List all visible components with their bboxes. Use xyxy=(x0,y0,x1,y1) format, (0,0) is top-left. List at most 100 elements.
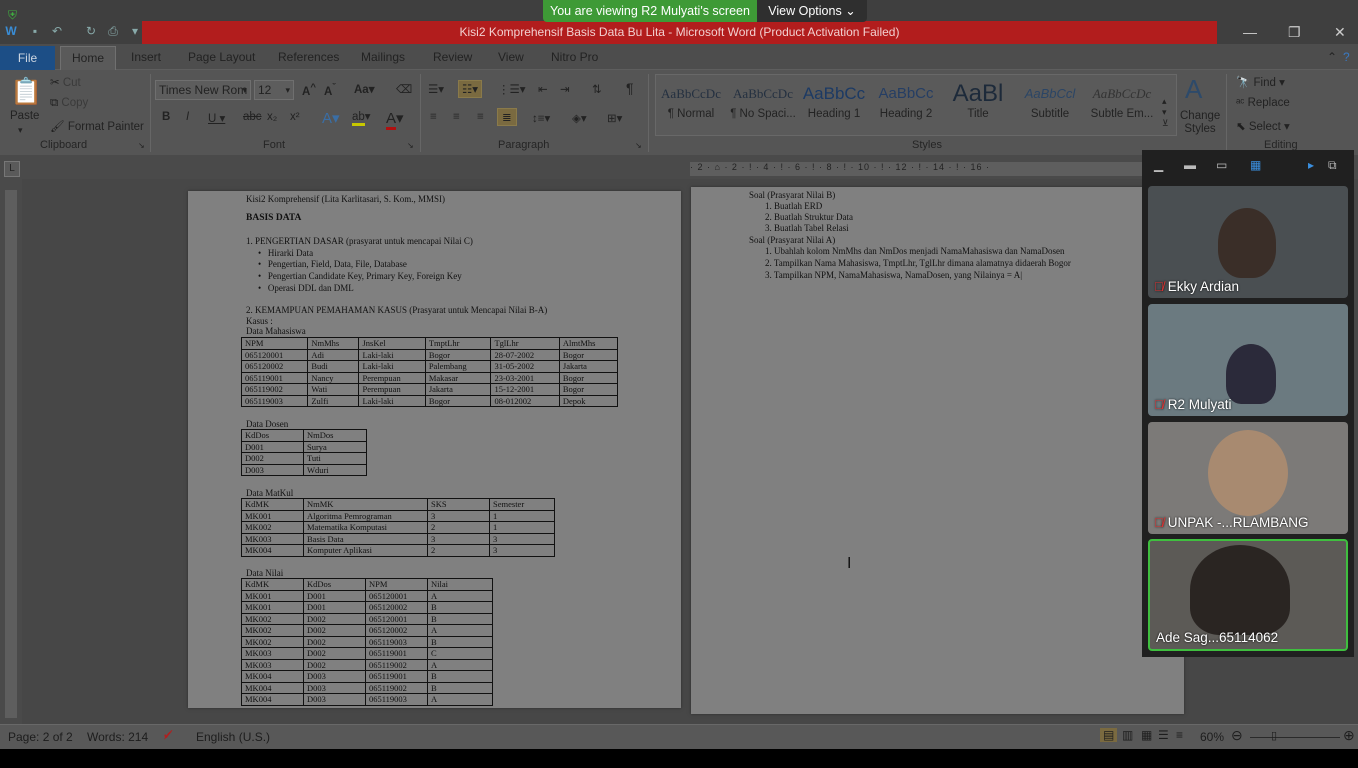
help-icon[interactable]: ? xyxy=(1343,50,1350,64)
web-layout-icon[interactable]: ▦ xyxy=(1141,728,1152,742)
shrink-font-button[interactable]: Aˇ xyxy=(324,82,336,98)
align-right-button[interactable]: ≡ xyxy=(477,111,484,123)
print-layout-view-icon[interactable]: ▤ xyxy=(1100,728,1118,742)
minimize-panel-icon[interactable]: ▁ xyxy=(1154,158,1163,172)
multilevel-list-button[interactable]: ⋮☰▾ xyxy=(498,82,526,96)
show-formatting-button[interactable]: ¶ xyxy=(626,80,634,96)
draft-view-icon[interactable]: ≡ xyxy=(1176,728,1183,742)
paste-dropdown-icon[interactable]: ▾ xyxy=(18,125,23,136)
copy-button[interactable]: ⧉ Copy xyxy=(50,97,88,110)
font-color-button[interactable]: A▾ xyxy=(386,109,404,130)
minimize-ribbon-icon[interactable]: ⌃ xyxy=(1327,50,1337,64)
paste-button[interactable]: Paste xyxy=(10,110,39,122)
select-button[interactable]: ⬉ Select ▾ xyxy=(1236,119,1290,133)
outline-view-icon[interactable]: ☰ xyxy=(1158,728,1169,742)
full-screen-reading-icon[interactable]: ▥ xyxy=(1122,728,1133,742)
justify-button[interactable]: ≣ xyxy=(497,108,517,126)
next-page-icon[interactable]: ▸ xyxy=(1308,158,1314,172)
style-normal[interactable]: AaBbCcDc ¶ Normal xyxy=(655,74,727,130)
participant-tile[interactable]: 🎙̸ Ekky Ardian xyxy=(1148,186,1348,298)
paragraph-launcher-icon[interactable]: ↘ xyxy=(635,141,642,150)
change-styles-icon[interactable]: A xyxy=(1185,74,1202,105)
gallery-view-icon[interactable]: ▦ xyxy=(1250,158,1261,172)
decrease-indent-button[interactable]: ⇤ xyxy=(538,82,548,96)
participant-tile[interactable]: 🎙̸ R2 Mulyati xyxy=(1148,304,1348,416)
tab-home[interactable]: Home xyxy=(60,46,116,71)
styles-scroll-icon[interactable]: ▴ ▾ ⊻ xyxy=(1162,96,1169,129)
word-app-icon[interactable]: W xyxy=(4,24,18,38)
print-preview-icon[interactable]: ⎙ xyxy=(106,24,120,38)
highlight-button[interactable]: ab▾ xyxy=(352,109,371,126)
horizontal-ruler[interactable]: · 2 · ⌂ · 2 · ! · 4 · ! · 6 · ! · 8 · ! … xyxy=(690,162,1142,176)
language[interactable]: English (U.S.) xyxy=(196,730,270,744)
line-spacing-button[interactable]: ↕≡▾ xyxy=(532,111,550,125)
shading-button[interactable]: ◈▾ xyxy=(572,111,587,125)
participant-tile-active-speaker[interactable]: Ade Sag...65114062 xyxy=(1148,539,1348,651)
style-heading-1[interactable]: AaBbCc Heading 1 xyxy=(798,74,870,130)
superscript-button[interactable]: x² xyxy=(290,111,300,123)
redo-icon[interactable]: ↻ xyxy=(84,24,98,38)
subscript-button[interactable]: x₂ xyxy=(267,111,277,123)
tab-nitro-pro[interactable]: Nitro Pro xyxy=(551,50,598,64)
word-count[interactable]: Words: 214 xyxy=(87,730,148,744)
zoom-slider-thumb[interactable]: ▯ xyxy=(1271,729,1277,742)
sort-button[interactable]: ⇅ xyxy=(592,82,602,96)
find-button[interactable]: 🔭 Find ▾ xyxy=(1236,75,1285,89)
style-subtitle[interactable]: AaBbCcl Subtitle xyxy=(1014,74,1086,130)
zoom-out-icon[interactable]: ⊖ xyxy=(1231,727,1243,744)
customize-qat-icon[interactable]: ▾ xyxy=(128,24,142,38)
tab-view[interactable]: View xyxy=(498,50,524,64)
text-effects-button[interactable]: A▾ xyxy=(322,109,340,127)
bold-button[interactable]: B xyxy=(162,111,170,123)
grow-font-button[interactable]: A^ xyxy=(302,82,316,98)
clear-formatting-icon[interactable]: ⌫ xyxy=(396,82,412,96)
proofing-icon[interactable]: ✔̸ xyxy=(163,728,173,742)
tab-review[interactable]: Review xyxy=(433,50,472,64)
tab-mailings[interactable]: Mailings xyxy=(361,50,405,64)
increase-indent-button[interactable]: ⇥ xyxy=(560,82,570,96)
zoom-slider-track[interactable] xyxy=(1250,737,1340,738)
vertical-ruler[interactable] xyxy=(5,190,17,718)
font-size-combo[interactable]: 12 ▾ xyxy=(254,80,294,100)
underline-button[interactable]: U ▾ xyxy=(208,111,225,125)
format-painter-button[interactable]: 🖌 Format Painter xyxy=(50,119,144,133)
restore-button[interactable]: ❐ xyxy=(1288,24,1301,41)
change-styles-button[interactable]: Change Styles xyxy=(1180,110,1220,136)
page-count[interactable]: Page: 2 of 2 xyxy=(8,730,73,744)
cut-button[interactable]: ✂ Cut xyxy=(50,75,81,89)
document-page-2[interactable]: Soal (Prasyarat Nilai B) 1. Buatlah ERD … xyxy=(691,187,1184,714)
participant-tile[interactable]: 🎙̸ UNPAK -...RLAMBANG xyxy=(1148,422,1348,534)
undo-icon[interactable]: ↶ xyxy=(50,24,64,38)
bullets-button[interactable]: ☰▾ xyxy=(428,82,444,96)
style-no-spacing[interactable]: AaBbCcDc ¶ No Spaci... xyxy=(727,74,799,130)
tab-selector[interactable]: L xyxy=(4,161,20,177)
italic-button[interactable]: I xyxy=(186,111,189,123)
speaker-view-icon[interactable]: ▭ xyxy=(1216,158,1227,172)
tab-file[interactable]: File xyxy=(0,46,55,70)
clipboard-launcher-icon[interactable]: ↘ xyxy=(138,141,145,150)
strikethrough-button[interactable]: abc xyxy=(243,111,262,123)
font-launcher-icon[interactable]: ↘ xyxy=(407,141,414,150)
borders-button[interactable]: ⊞▾ xyxy=(607,111,622,125)
numbering-button[interactable]: ☷▾ xyxy=(458,80,483,98)
style-heading-2[interactable]: AaBbCc Heading 2 xyxy=(870,74,942,130)
paste-icon[interactable]: 📋 xyxy=(10,76,42,107)
style-title[interactable]: AaBl Title xyxy=(942,74,1014,130)
document-page-1[interactable]: Kisi2 Komprehensif (Lita Karlitasari, S.… xyxy=(188,191,681,708)
save-icon[interactable]: ▪ xyxy=(28,24,42,38)
align-left-button[interactable]: ≡ xyxy=(430,111,437,123)
tab-references[interactable]: References xyxy=(278,50,339,64)
change-case-button[interactable]: Aa▾ xyxy=(354,82,374,96)
tab-insert[interactable]: Insert xyxy=(131,50,161,64)
style-subtle-emphasis[interactable]: AaBbCcDc Subtle Em... xyxy=(1086,74,1158,130)
minimize-button[interactable]: — xyxy=(1243,24,1257,40)
close-button[interactable]: ✕ xyxy=(1334,24,1346,41)
zoom-in-icon[interactable]: ⊕ xyxy=(1343,727,1355,744)
single-view-icon[interactable]: ▬ xyxy=(1184,158,1196,172)
view-options-button[interactable]: View Options ⌄ xyxy=(757,0,867,22)
zoom-level[interactable]: 60% xyxy=(1200,730,1224,744)
expand-panel-icon[interactable]: ⧉ xyxy=(1328,158,1337,173)
font-name-combo[interactable]: Times New Rom ▾ xyxy=(155,80,251,100)
replace-button[interactable]: ᵃᶜ Replace xyxy=(1236,97,1290,109)
align-center-button[interactable]: ≡ xyxy=(453,111,460,123)
